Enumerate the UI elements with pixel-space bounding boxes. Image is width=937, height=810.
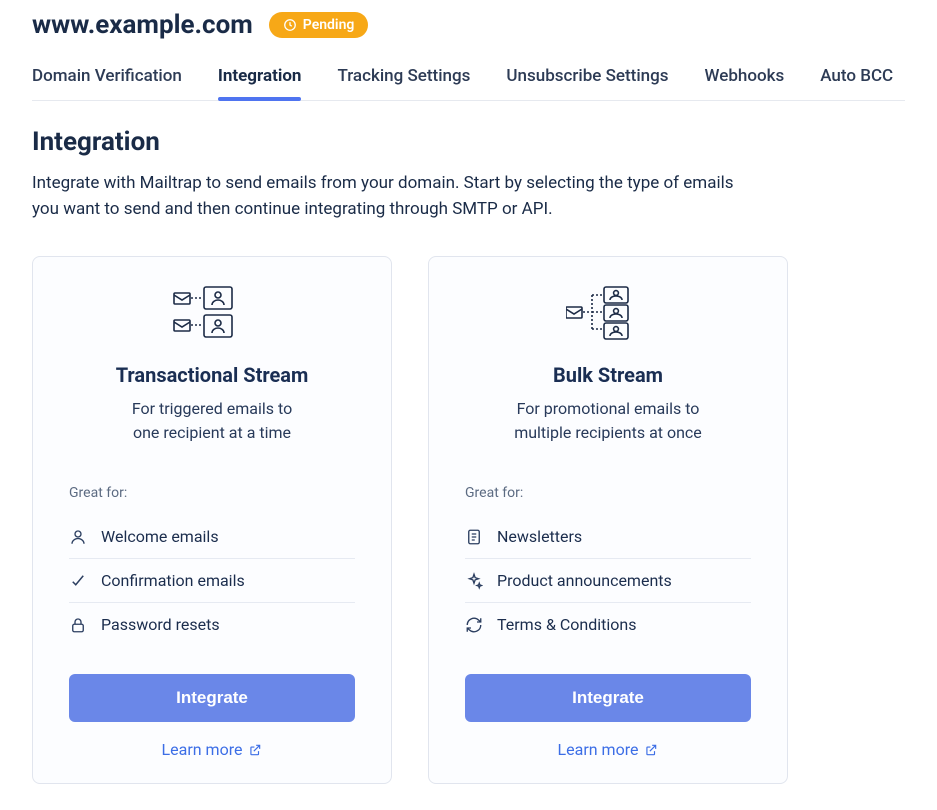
domain-title: www.example.com	[32, 10, 253, 40]
card-subtitle: For promotional emails to multiple recip…	[465, 397, 751, 445]
user-icon	[69, 528, 87, 546]
feature-label: Password resets	[101, 615, 220, 634]
tab-tracking-settings[interactable]: Tracking Settings	[337, 58, 470, 100]
feature-list: Welcome emails Confirmation emails Passw…	[69, 515, 355, 646]
list-item: Password resets	[69, 603, 355, 646]
card-title: Bulk Stream	[465, 363, 751, 387]
external-link-icon	[248, 743, 262, 757]
tab-domain-verification[interactable]: Domain Verification	[32, 58, 182, 100]
feature-label: Welcome emails	[101, 527, 219, 546]
great-for-label: Great for:	[465, 485, 751, 501]
learn-more-link-transactional[interactable]: Learn more	[69, 740, 355, 759]
clock-icon	[283, 18, 297, 32]
feature-label: Product announcements	[497, 571, 672, 590]
list-item: Welcome emails	[69, 515, 355, 559]
tab-integration[interactable]: Integration	[218, 58, 302, 100]
page-title: Integration	[32, 127, 905, 157]
feature-label: Newsletters	[497, 527, 582, 546]
learn-more-label: Learn more	[558, 740, 639, 759]
card-title: Transactional Stream	[69, 363, 355, 387]
tabs: Domain Verification Integration Tracking…	[32, 58, 905, 101]
sparkle-icon	[465, 572, 483, 590]
great-for-label: Great for:	[69, 485, 355, 501]
card-bulk: Bulk Stream For promotional emails to mu…	[428, 256, 788, 784]
tab-auto-bcc[interactable]: Auto BCC	[820, 58, 893, 100]
feature-label: Confirmation emails	[101, 571, 245, 590]
document-icon	[465, 528, 483, 546]
learn-more-link-bulk[interactable]: Learn more	[465, 740, 751, 759]
check-icon	[69, 572, 87, 590]
learn-more-label: Learn more	[162, 740, 243, 759]
feature-label: Terms & Conditions	[497, 615, 637, 634]
list-item: Newsletters	[465, 515, 751, 559]
list-item: Product announcements	[465, 559, 751, 603]
external-link-icon	[644, 743, 658, 757]
integrate-button-transactional[interactable]: Integrate	[69, 674, 355, 722]
tab-webhooks[interactable]: Webhooks	[705, 58, 785, 100]
status-badge: Pending	[269, 12, 369, 38]
transactional-illustration	[69, 285, 355, 341]
list-item: Confirmation emails	[69, 559, 355, 603]
card-transactional: Transactional Stream For triggered email…	[32, 256, 392, 784]
integrate-button-bulk[interactable]: Integrate	[465, 674, 751, 722]
card-subtitle: For triggered emails to one recipient at…	[69, 397, 355, 445]
refresh-icon	[465, 616, 483, 634]
page-description: Integrate with Mailtrap to send emails f…	[32, 171, 752, 222]
bulk-illustration	[465, 285, 751, 341]
lock-icon	[69, 616, 87, 634]
status-badge-label: Pending	[303, 17, 355, 33]
feature-list: Newsletters Product announcements Terms …	[465, 515, 751, 646]
list-item: Terms & Conditions	[465, 603, 751, 646]
tab-unsubscribe-settings[interactable]: Unsubscribe Settings	[506, 58, 668, 100]
